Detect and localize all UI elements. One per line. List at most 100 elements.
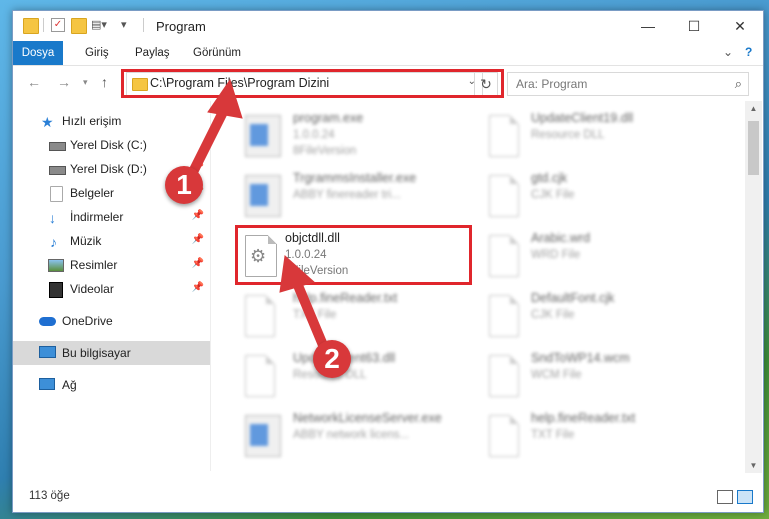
sidebar-item-local-disk-c[interactable]: Yerel Disk (C:) <box>13 133 210 157</box>
pin-icon[interactable]: 📌 <box>192 210 204 221</box>
file-name: DefaultFont.cjk <box>531 291 615 305</box>
sidebar-item-label: Yerel Disk (C:) <box>70 138 147 152</box>
sidebar-item-quick-access[interactable]: ★ Hızlı erişim <box>13 109 210 133</box>
file-item[interactable]: gtd.cjk CJK File <box>481 169 721 223</box>
pin-icon[interactable]: 📌 <box>192 258 204 269</box>
file-item[interactable]: help.fineReader.txt TXT File <box>237 289 477 343</box>
file-detail: ABBY network licens... <box>293 429 410 441</box>
document-icon <box>245 295 275 337</box>
file-item[interactable]: UpdateClient63.dll Resource DLL <box>237 349 477 403</box>
file-name: SndToWP14.wcm <box>531 351 630 365</box>
file-detail: ABBY finereader tri... <box>293 189 401 201</box>
file-item[interactable]: SndToWP14.wcm WCM File <box>481 349 721 403</box>
sidebar-item-network[interactable]: Ağ <box>13 373 210 397</box>
file-item[interactable]: Arabic.wrd WRD File <box>481 229 721 283</box>
file-item[interactable]: UpdateClient19.dll Resource DLL <box>481 109 721 163</box>
file-detail: 8FileVersion <box>293 145 357 157</box>
tab-share[interactable]: Paylaş <box>125 41 180 65</box>
document-icon <box>489 175 519 217</box>
file-detail: Resource DLL <box>531 129 605 141</box>
drive-icon <box>49 166 66 175</box>
file-item[interactable]: program.exe 1.0.0.24 8FileVersion <box>237 109 477 163</box>
separator <box>43 18 45 32</box>
file-name: program.exe <box>293 111 364 125</box>
file-item[interactable]: TrgrammsInstaller.exe ABBY finereader tr… <box>237 169 477 223</box>
tab-file[interactable]: Dosya <box>13 41 63 65</box>
sidebar-item-label: Resimler <box>70 258 118 272</box>
pin-icon[interactable]: 📌 <box>192 234 204 245</box>
minimize-button[interactable]: — <box>625 11 671 41</box>
onedrive-icon <box>39 317 56 326</box>
maximize-button[interactable]: ☐ <box>671 11 717 41</box>
file-item[interactable]: help.fineReader.txt TXT File <box>481 409 721 463</box>
close-button[interactable]: ✕ <box>717 11 763 41</box>
pin-icon[interactable]: 📌 <box>192 282 204 293</box>
up-arrow-icon[interactable]: ↑ <box>101 74 108 90</box>
sidebar-item-pictures[interactable]: Resimler 📌 <box>13 253 210 277</box>
new-folder-icon[interactable] <box>71 18 87 34</box>
vertical-scrollbar[interactable]: ▲ ▼ <box>745 101 762 473</box>
sidebar-item-this-pc[interactable]: Bu bilgisayar <box>13 341 210 365</box>
ribbon-tabs: Dosya Giriş Paylaş Görünüm ⌄ ? <box>13 41 763 66</box>
music-icon: ♪ <box>50 234 57 250</box>
file-item[interactable]: NetworkLicenseServer.exe ABBY network li… <box>237 409 477 463</box>
star-icon: ★ <box>41 114 54 130</box>
recent-locations-icon[interactable]: ▾ <box>83 77 88 88</box>
search-icon: ⌕ <box>734 76 742 91</box>
scroll-down-icon[interactable]: ▼ <box>745 461 762 470</box>
search-input[interactable]: Ara: Program ⌕ <box>507 72 749 96</box>
back-arrow-icon[interactable]: ← <box>27 74 41 90</box>
file-name: gtd.cjk <box>531 171 568 185</box>
file-highlight-box <box>235 225 472 285</box>
sidebar-item-label: OneDrive <box>62 314 113 328</box>
tab-view[interactable]: Görünüm <box>183 41 251 65</box>
scroll-up-icon[interactable]: ▲ <box>745 104 762 113</box>
dropdown-icon[interactable]: ▾ <box>121 18 135 32</box>
file-explorer-window: ✓ ▤▾ ▾ Program — ☐ ✕ Dosya Giriş Paylaş … <box>12 10 764 513</box>
details-view-icon[interactable] <box>717 490 733 504</box>
step-callout-1: 1 <box>165 166 203 204</box>
document-icon <box>489 355 519 397</box>
search-placeholder: Ara: Program <box>516 77 588 91</box>
properties-icon[interactable]: ✓ <box>51 18 65 32</box>
videos-icon <box>49 282 63 298</box>
tab-home[interactable]: Giriş <box>75 41 119 65</box>
file-item[interactable]: DefaultFont.cjk CJK File <box>481 289 721 343</box>
scrollbar-thumb[interactable] <box>748 121 759 175</box>
file-detail: TXT File <box>293 309 337 321</box>
sidebar-item-label: Hızlı erişim <box>62 114 122 128</box>
sidebar-item-label: Videolar <box>70 282 114 296</box>
file-name: NetworkLicenseServer.exe <box>293 411 442 425</box>
file-detail: WRD File <box>531 249 581 261</box>
computer-icon <box>39 346 56 358</box>
file-detail: 1.0.0.24 <box>293 129 335 141</box>
forward-arrow-icon[interactable]: → <box>57 74 71 90</box>
drive-icon <box>49 142 66 151</box>
help-icon[interactable]: ? <box>745 45 752 59</box>
sidebar-item-label: Belgeler <box>70 186 115 200</box>
sidebar-item-label: Müzik <box>70 234 102 248</box>
download-icon: ↓ <box>49 210 56 226</box>
customize-quick-access-icon[interactable]: ▤▾ <box>91 18 107 32</box>
sidebar-item-music[interactable]: ♪ Müzik 📌 <box>13 229 210 253</box>
step-callout-2: 2 <box>313 340 351 378</box>
dll-icon <box>489 115 519 157</box>
expand-ribbon-icon[interactable]: ⌄ <box>723 45 733 59</box>
status-bar: 113 öğe <box>13 484 763 510</box>
document-icon <box>489 415 519 457</box>
window-title: Program <box>156 19 206 34</box>
item-count: 113 öğe <box>29 490 70 502</box>
file-list: program.exe 1.0.0.24 8FileVersion Update… <box>211 101 745 473</box>
address-highlight-box <box>121 69 504 98</box>
application-icon <box>245 115 281 157</box>
sidebar-item-downloads[interactable]: ↓ İndirmeler 📌 <box>13 205 210 229</box>
sidebar-item-onedrive[interactable]: OneDrive <box>13 309 210 333</box>
document-icon <box>489 235 519 277</box>
sidebar-item-label: Bu bilgisayar <box>62 346 131 360</box>
pictures-icon <box>48 259 64 272</box>
file-name: UpdateClient19.dll <box>531 111 634 125</box>
file-detail: CJK File <box>531 309 575 321</box>
sidebar-item-videos[interactable]: Videolar 📌 <box>13 277 210 301</box>
network-icon <box>39 378 55 390</box>
large-icons-view-icon[interactable] <box>737 490 753 504</box>
